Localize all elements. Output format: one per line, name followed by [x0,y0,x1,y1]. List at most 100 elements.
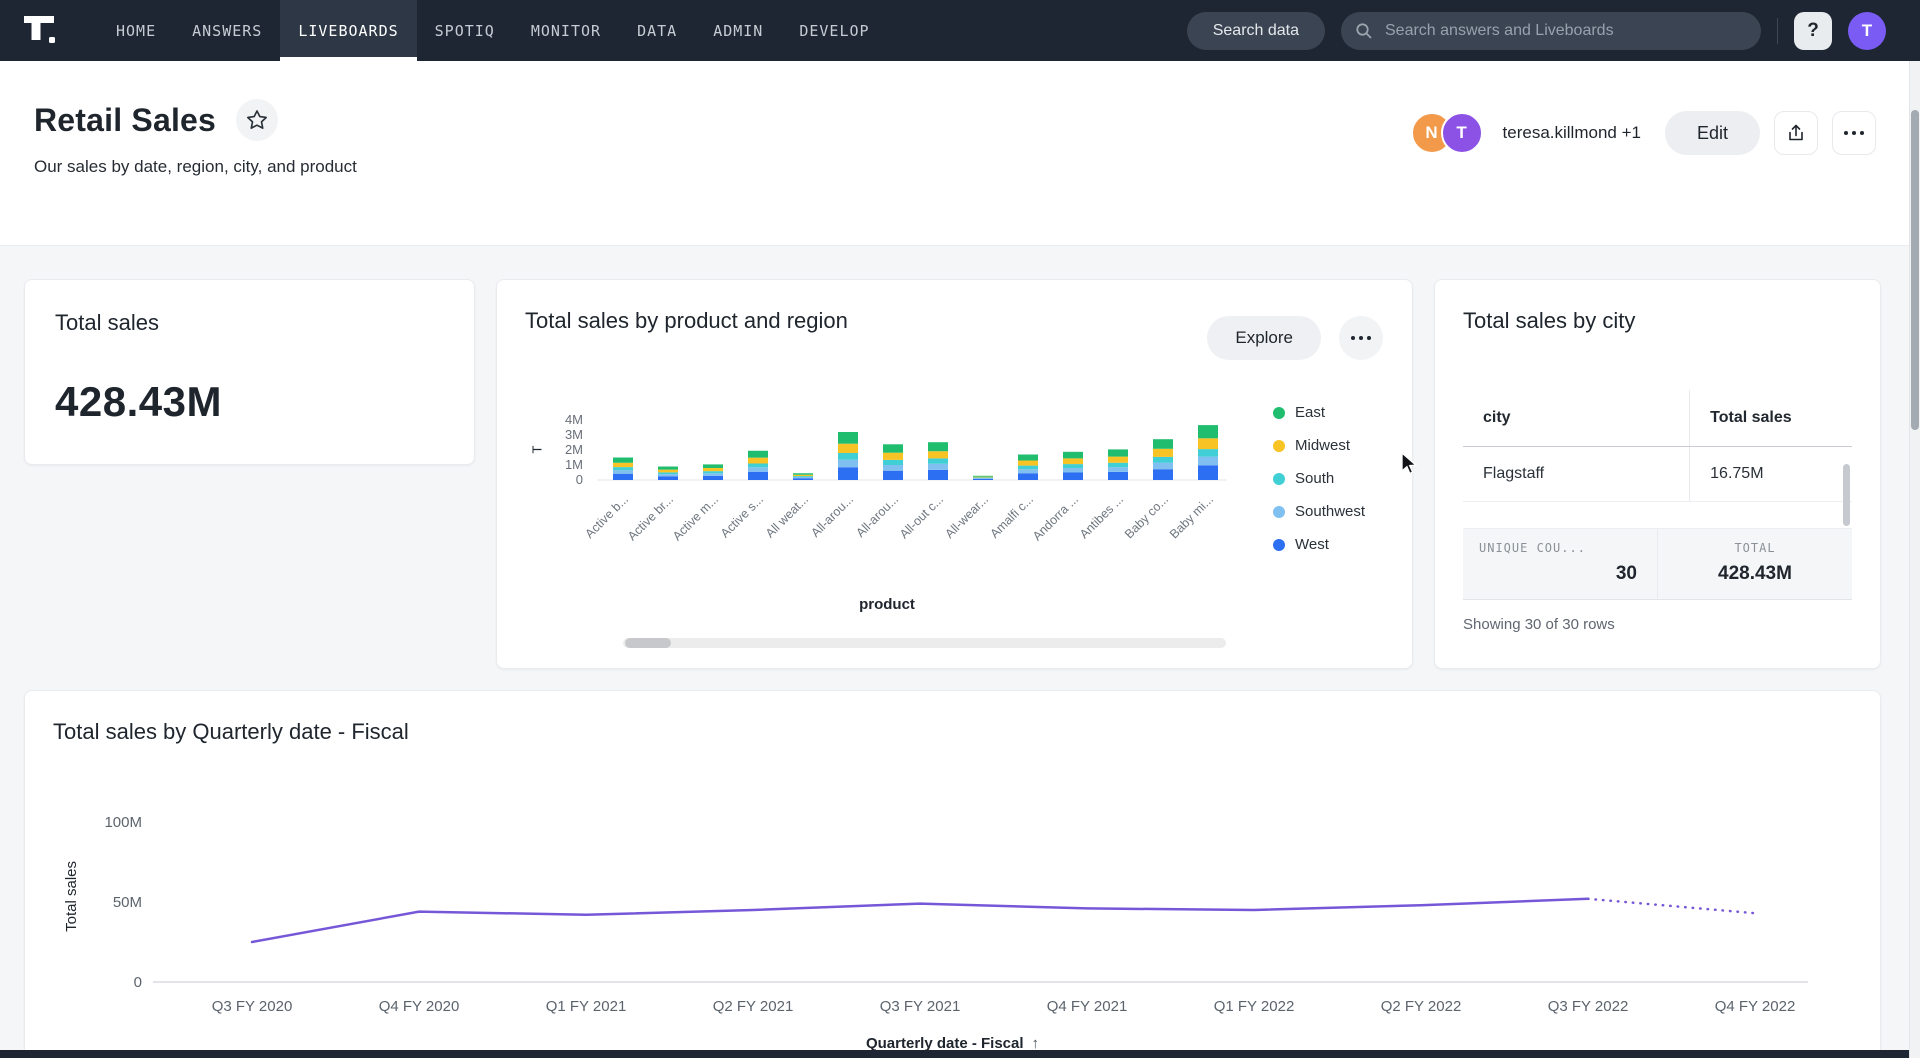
bar-segment-south[interactable] [1018,466,1038,470]
bar-segment-west[interactable] [973,479,993,480]
bar-segment-midwest[interactable] [658,470,678,473]
nav-item-liveboards[interactable]: LIVEBOARDS [280,0,416,61]
user-avatar[interactable]: T [1848,12,1886,50]
line-chart[interactable]: 050M100MQ3 FY 2020Q4 FY 2020Q1 FY 2021Q2… [53,771,1813,1023]
bar-segment-east[interactable] [1108,449,1128,456]
bar-segment-midwest[interactable] [1018,461,1038,466]
bar-segment-southwest[interactable] [1198,457,1218,466]
bar-segment-midwest[interactable] [793,475,813,476]
bar-segment-west[interactable] [1153,469,1173,480]
legend-item-east[interactable]: East [1273,396,1365,429]
bar-segment-southwest[interactable] [748,467,768,472]
bar-segment-east[interactable] [1018,455,1038,461]
bar-segment-west[interactable] [658,476,678,480]
bar-segment-southwest[interactable] [613,470,633,474]
bar-segment-southwest[interactable] [1018,469,1038,473]
column-header-total-sales[interactable]: Total sales [1690,390,1852,447]
bar-segment-midwest[interactable] [613,463,633,467]
table-row[interactable]: Flagstaff16.75M [1463,447,1852,502]
bar-segment-west[interactable] [793,478,813,480]
nav-item-develop[interactable]: DEVELOP [781,0,887,61]
bar-segment-southwest[interactable] [703,473,723,476]
bar-segment-west[interactable] [748,472,768,480]
bar-segment-east[interactable] [1153,439,1173,449]
bar-segment-midwest[interactable] [1063,458,1083,464]
search-data-button[interactable]: Search data [1187,12,1325,50]
more-options-button[interactable] [1832,111,1876,155]
edit-button[interactable]: Edit [1665,111,1760,155]
bar-segment-west[interactable] [613,474,633,480]
bar-segment-southwest[interactable] [793,477,813,478]
bar-segment-west[interactable] [1018,473,1038,480]
bar-segment-south[interactable] [748,464,768,468]
bar-segment-south[interactable] [793,476,813,477]
chart-horizontal-scrollbar[interactable] [623,638,1226,648]
global-search-input[interactable] [1383,21,1747,41]
legend-item-southwest[interactable]: Southwest [1273,495,1365,528]
table-scrollbar-thumb[interactable] [1843,464,1850,526]
bar-segment-midwest[interactable] [703,468,723,471]
bar-segment-southwest[interactable] [1063,468,1083,473]
legend-item-south[interactable]: South [1273,462,1365,495]
bar-segment-south[interactable] [613,467,633,470]
bar-segment-east[interactable] [658,467,678,470]
bar-segment-south[interactable] [973,477,993,478]
bar-segment-south[interactable] [658,472,678,474]
thoughtspot-logo-icon[interactable] [24,16,60,46]
bar-segment-southwest[interactable] [973,478,993,479]
nav-item-spotiq[interactable]: SPOTIQ [417,0,513,61]
bar-segment-east[interactable] [973,476,993,477]
page-scrollbar-thumb[interactable] [1911,110,1919,430]
bar-segment-east[interactable] [1198,425,1218,438]
bar-segment-east[interactable] [613,458,633,463]
owner-text[interactable]: teresa.killmond +1 [1503,123,1641,143]
global-search[interactable] [1341,12,1761,50]
total-sales-kpi-card[interactable]: Total sales 428.43M [24,279,475,465]
bar-segment-south[interactable] [1063,464,1083,468]
nav-item-home[interactable]: HOME [98,0,174,61]
bar-segment-southwest[interactable] [658,474,678,476]
bar-segment-west[interactable] [883,471,903,480]
bar-segment-west[interactable] [1108,472,1128,480]
bar-segment-east[interactable] [838,432,858,444]
bar-segment-west[interactable] [1063,473,1083,481]
bar-segment-east[interactable] [1063,452,1083,459]
bar-segment-southwest[interactable] [1108,467,1128,472]
bar-segment-south[interactable] [703,471,723,473]
bar-segment-east[interactable] [793,473,813,475]
bar-segment-southwest[interactable] [928,464,948,470]
page-scrollbar[interactable] [1909,61,1920,1058]
bar-segment-south[interactable] [883,460,903,465]
scrollbar-thumb[interactable] [625,638,671,648]
bar-segment-south[interactable] [838,453,858,460]
legend-item-midwest[interactable]: Midwest [1273,429,1365,462]
explore-button[interactable]: Explore [1207,316,1321,360]
bar-segment-west[interactable] [1198,465,1218,480]
bar-segment-west[interactable] [838,467,858,480]
bar-segment-midwest[interactable] [1198,438,1218,449]
bar-segment-midwest[interactable] [883,453,903,460]
bar-segment-midwest[interactable] [928,451,948,458]
share-button[interactable] [1774,111,1818,155]
bar-segment-south[interactable] [1153,457,1173,463]
bar-segment-east[interactable] [748,451,768,458]
bar-segment-midwest[interactable] [748,458,768,464]
bar-segment-west[interactable] [928,470,948,480]
help-button[interactable]: ? [1794,12,1832,50]
bar-segment-midwest[interactable] [1108,457,1128,463]
bar-segment-midwest[interactable] [973,477,993,478]
nav-item-monitor[interactable]: MONITOR [513,0,619,61]
legend-item-west[interactable]: West [1273,528,1365,561]
nav-item-answers[interactable]: ANSWERS [174,0,280,61]
bar-segment-south[interactable] [1108,463,1128,467]
stacked-bar-chart[interactable]: 01M2M3M4MActive b...Active br...Active m… [527,414,1247,588]
bar-segment-midwest[interactable] [838,444,858,453]
bar-segment-southwest[interactable] [838,460,858,468]
bar-segment-east[interactable] [703,464,723,468]
owner-avatars[interactable]: NT [1411,112,1483,154]
nav-item-admin[interactable]: ADMIN [695,0,781,61]
bar-segment-south[interactable] [1198,449,1218,457]
chart-more-options-button[interactable] [1339,316,1383,360]
column-header-city[interactable]: city [1463,390,1690,447]
owner-avatar[interactable]: T [1441,112,1483,154]
